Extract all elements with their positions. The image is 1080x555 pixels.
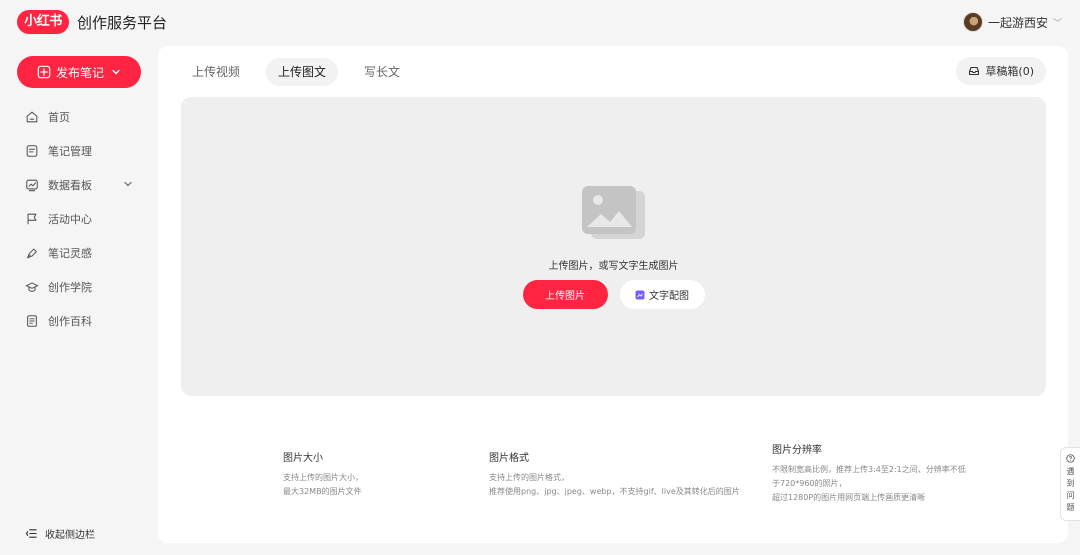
sidebar-item-activity[interactable]: 活动中心 (0, 202, 158, 236)
sidebar-item-academy[interactable]: 创作学院 (0, 270, 158, 304)
text-to-image-label: 文字配图 (649, 291, 689, 302)
sidebar-item-label: 创作百科 (48, 315, 92, 328)
sidebar-item-label: 首页 (48, 111, 70, 124)
sidebar-item-label: 笔记灵感 (48, 247, 92, 260)
sidebar-item-inspiration[interactable]: 笔记灵感 (0, 236, 158, 270)
drafts-button[interactable]: 草稿箱(0) (956, 57, 1046, 85)
username[interactable]: 一起游西安 (988, 14, 1048, 31)
sidebar-nav: 首页 笔记管理 数据看板 活动中心 笔记灵感 创作学院 创作百科 (0, 100, 158, 338)
chevron-down-icon[interactable] (122, 178, 134, 190)
image-placeholder-icon (582, 186, 645, 239)
wiki-icon (27, 315, 37, 327)
text-to-image-button[interactable]: 文字配图 (619, 280, 705, 309)
chart-icon (26, 179, 38, 192)
header: 小红书 创作服务平台 一起游西安 ﹀ (0, 0, 1080, 44)
upload-image-button[interactable]: 上传图片 (522, 280, 608, 309)
publish-note-button[interactable]: 发布笔记 (17, 56, 141, 88)
image-resolution-line: 不限制宽高比例，推荐上传3:4至2:1之间、分辨率不低于720*960的照片， (772, 465, 966, 488)
text-image-icon (635, 290, 645, 299)
note-icon (26, 145, 38, 157)
chevron-down-icon[interactable]: ﹀ (1053, 16, 1062, 29)
upload-actions: 上传图片 文字配图 (181, 280, 1046, 309)
image-format-line: 推荐使用png、jpg、jpeg、webp，不支持gif、live及其转化后的图… (489, 487, 740, 496)
image-size-line: 支持上传的图片大小， (283, 473, 363, 482)
xiaohongshu-logo[interactable]: 小红书 (17, 10, 69, 34)
help-char: 问 (1066, 491, 1075, 500)
inspiration-icon (27, 248, 37, 259)
image-resolution-line: 超过1280P的图片用网页端上传画质更清晰 (772, 493, 926, 502)
image-resolution-title: 图片分辨率 (772, 445, 822, 456)
collapse-menu-icon (25, 529, 37, 538)
tab-write-long-article[interactable]: 写长文 (352, 58, 412, 86)
image-size-line: 最大32MB的图片文件 (283, 487, 362, 496)
tab-upload-video[interactable]: 上传视频 (180, 58, 252, 86)
image-format-line: 支持上传的图片格式， (489, 473, 569, 482)
sidebar-item-label: 数据看板 (48, 179, 92, 192)
sidebar-item-wiki[interactable]: 创作百科 (0, 304, 158, 338)
help-char: 题 (1066, 503, 1075, 512)
avatar[interactable] (962, 12, 983, 32)
sidebar: 发布笔记 首页 笔记管理 数据看板 活动中心 笔记灵感 创作学院 创作百科 收起… (0, 44, 158, 555)
drafts-box-icon (969, 66, 980, 76)
upload-drop-zone[interactable]: 上传图片，或写文字生成图片 上传图片 文字配图 (181, 97, 1046, 396)
sidebar-item-label: 创作学院 (48, 281, 92, 294)
home-icon (26, 111, 38, 123)
main-panel: 上传视频 上传图文 写长文 草稿箱(0) 上传图片，或写文字生成图片 上传图片 … (158, 46, 1068, 543)
collapse-sidebar-button[interactable]: 收起侧边栏 (25, 526, 95, 541)
graduation-icon (25, 282, 39, 292)
image-size-title: 图片大小 (283, 453, 323, 464)
chevron-down-icon (112, 69, 120, 75)
publish-note-label: 发布笔记 (55, 65, 104, 80)
image-format-title: 图片格式 (489, 453, 529, 464)
sidebar-item-label: 笔记管理 (48, 145, 92, 158)
image-resolution-info: 图片分辨率 不限制宽高比例，推荐上传3:4至2:1之间、分辨率不低于720*96… (772, 444, 972, 505)
collapse-sidebar-label: 收起侧边栏 (45, 530, 95, 541)
flag-icon (27, 213, 37, 225)
sidebar-item-label: 活动中心 (48, 213, 92, 226)
upload-hint-text: 上传图片，或写文字生成图片 (548, 261, 679, 272)
help-feedback-tab[interactable]: 遇 到 问 题 (1060, 447, 1080, 521)
help-char: 到 (1066, 479, 1075, 488)
image-size-info: 图片大小 支持上传的图片大小， 最大32MB的图片文件 (283, 452, 453, 499)
tab-upload-image-text[interactable]: 上传图文 (266, 58, 339, 86)
sidebar-item-home[interactable]: 首页 (0, 100, 158, 134)
platform-title: 创作服务平台 (77, 14, 168, 32)
help-char: 遇 (1066, 467, 1075, 476)
sidebar-item-notes[interactable]: 笔记管理 (0, 134, 158, 168)
drafts-label: 草稿箱(0) (985, 65, 1034, 78)
plus-square-icon (37, 65, 51, 79)
question-circle-icon (1066, 454, 1075, 463)
sidebar-item-data-board[interactable]: 数据看板 (0, 168, 158, 202)
upload-tabs: 上传视频 上传图文 写长文 (180, 58, 412, 86)
image-format-info: 图片格式 支持上传的图片格式， 推荐使用png、jpg、jpeg、webp，不支… (489, 452, 749, 499)
user-menu[interactable]: 一起游西安 ﹀ (962, 12, 1062, 32)
